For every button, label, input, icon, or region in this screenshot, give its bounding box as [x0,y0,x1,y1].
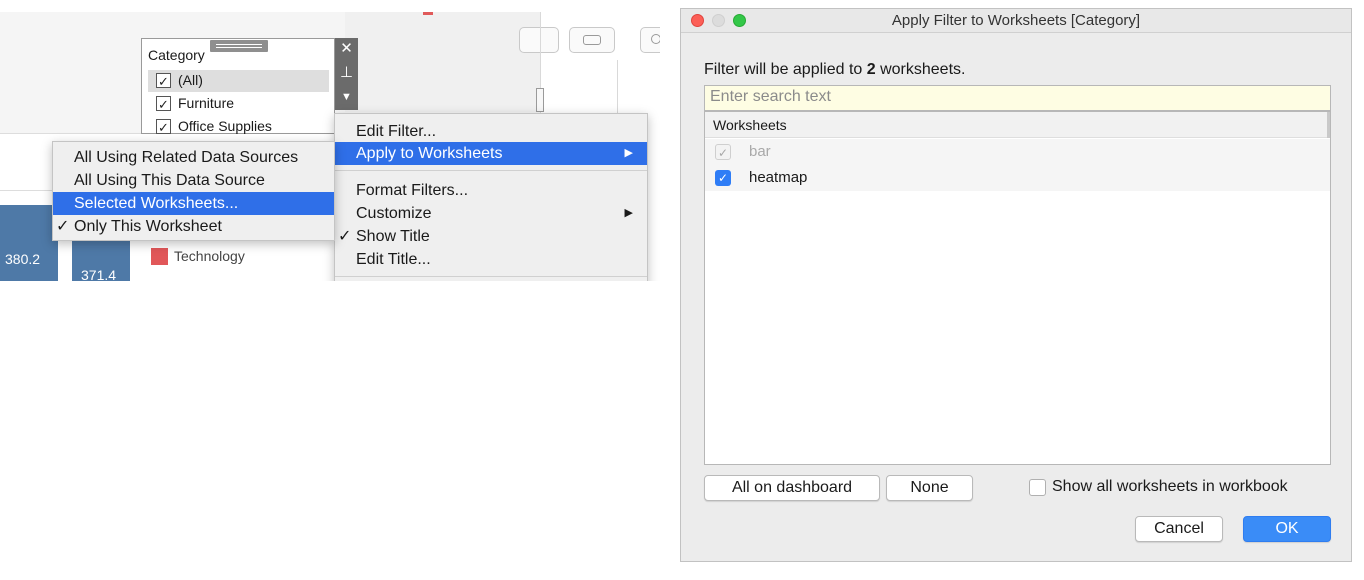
worksheet-name: heatmap [749,169,808,186]
window-title: Apply Filter to Worksheets [Category] [891,12,1141,29]
resize-handle[interactable] [536,88,544,112]
menu-item-label: All Using This Data Source [74,172,265,189]
checkbox[interactable]: ✓ [156,73,171,89]
filter-item-label: Furniture [178,95,235,111]
menu-item-format-filters[interactable]: Format Filters... [335,179,647,202]
dashboard-pane: 380.2 371.4 Technology Category ✓ (All) … [0,0,660,281]
legend-label: Technology [174,248,245,264]
menu-item-label: Customize [356,205,432,222]
submenu-item-this-source[interactable]: All Using This Data Source [53,169,334,192]
filter-item-furniture[interactable]: ✓ Furniture [148,93,329,115]
checkbox: ✓ [715,144,731,160]
menu-item-edit-title[interactable]: Edit Title... [335,248,647,271]
red-marker [423,12,433,15]
show-all-label: Show all worksheets in workbook [1052,478,1288,495]
checkmark-icon: ✓ [338,228,352,245]
filter-item-label: Office Supplies [178,118,272,134]
checkbox[interactable]: ✓ [156,119,171,135]
menu-item-apply-to-worksheets[interactable]: Apply to Worksheets ▶ [335,142,647,165]
apply-to-worksheets-submenu: All Using Related Data Sources All Using… [52,141,335,241]
menu-item-label: Show Title [356,228,430,245]
menu-item-label: All Using Related Data Sources [74,149,299,166]
toolbar-search-button[interactable] [640,27,660,53]
search-input[interactable]: Enter search text [704,85,1331,111]
menu-item-show-title[interactable]: ✓ Show Title [335,225,647,248]
search-icon [651,34,660,44]
title-bar: Apply Filter to Worksheets [Category] [681,9,1351,33]
submenu-item-only-this-worksheet[interactable]: ✓ Only This Worksheet [53,215,334,238]
filter-item-office-supplies[interactable]: ✓ Office Supplies [148,116,329,138]
submenu-arrow-icon: ▶ [624,147,633,159]
list-header: Worksheets [705,112,1330,138]
top-strip [0,0,660,12]
menu-item-customize[interactable]: Customize ▶ [335,202,647,225]
menu-item-label: Only This Worksheet [74,218,222,235]
menu-item-label: Apply to Worksheets [356,145,503,162]
pin-icon[interactable]: ⊥ [335,62,358,86]
menu-separator [335,276,647,277]
drag-grip-icon[interactable] [210,40,268,52]
close-icon[interactable]: ✕ [335,38,358,62]
checkmark-icon: ✓ [56,218,70,235]
category-filter-card[interactable]: Category ✓ (All) ✓ Furniture ✓ Office Su… [141,38,335,135]
checkbox[interactable]: ✓ [156,96,171,112]
dropdown-arrow-icon[interactable]: ▼ [335,86,358,110]
bar-value-label: 371.4 [81,267,117,281]
list-item[interactable]: ✓ heatmap [705,165,1330,191]
list-item: ✓ bar [705,139,1330,165]
filter-item-label: (All) [178,72,203,88]
column-resize-handle[interactable] [1327,112,1330,138]
bar-mark[interactable]: 380.2 [0,205,58,281]
menu-item-label: Format Filters... [356,182,469,199]
worksheet-name: bar [749,143,771,160]
show-all-checkbox[interactable] [1029,479,1046,496]
bar-value-label: 380.2 [5,251,41,267]
toolbar-tag-button[interactable] [569,27,615,53]
dashboard-toolbar-area [345,12,540,112]
divider [617,60,618,120]
info-prefix: Filter will be applied to [704,61,867,78]
filter-title: Category [148,47,205,63]
none-button[interactable]: None [886,475,973,501]
submenu-arrow-icon: ▶ [624,207,633,219]
cancel-button[interactable]: Cancel [1135,516,1223,542]
toolbar-button[interactable] [519,27,559,53]
worksheet-list: Worksheets ✓ bar ✓ heatmap [704,111,1331,465]
worksheet-count: 2 [866,61,876,78]
menu-item-label: Selected Worksheets... [74,195,239,212]
checkbox[interactable]: ✓ [715,170,731,186]
apply-filter-dialog: Apply Filter to Worksheets [Category] Fi… [680,8,1352,562]
menu-item-label: Edit Filter... [356,123,437,140]
info-suffix: worksheets. [875,61,966,78]
tag-icon [583,35,601,45]
legend-swatch [151,248,168,265]
menu-separator [335,170,647,171]
all-on-dashboard-button[interactable]: All on dashboard [704,475,880,501]
filter-context-menu: Edit Filter... Apply to Worksheets ▶ Form… [334,113,648,281]
filter-item-all[interactable]: ✓ (All) [148,70,329,92]
submenu-item-related-sources[interactable]: All Using Related Data Sources [53,146,334,169]
menu-item-edit-filter[interactable]: Edit Filter... [335,120,647,143]
submenu-item-selected-worksheets[interactable]: Selected Worksheets... [53,192,334,215]
menu-item-label: Edit Title... [356,251,431,268]
info-text: Filter will be applied to 2 worksheets. [704,61,965,79]
ok-button[interactable]: OK [1243,516,1331,542]
